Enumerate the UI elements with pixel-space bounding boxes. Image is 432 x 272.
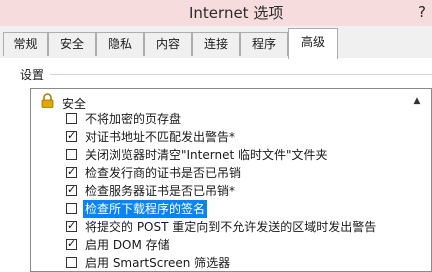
window-title: Internet 选项 — [189, 4, 284, 22]
tab-content[interactable]: 内容 — [144, 32, 192, 56]
tab-general[interactable]: 常规 — [3, 32, 48, 56]
setting-row[interactable]: ✓ 检查服务器证书是否已吊销* — [62, 182, 422, 200]
help-button[interactable]: ? — [412, 1, 432, 23]
checkbox[interactable] — [66, 149, 77, 160]
settings-divider — [50, 74, 432, 75]
checkbox[interactable]: ✓ — [66, 129, 77, 142]
setting-row[interactable]: ✓ 检查发行商的证书是否已吊销 — [62, 164, 422, 182]
lock-icon — [41, 93, 54, 108]
setting-row-selected[interactable]: 检查所下载程序的签名 — [62, 200, 422, 218]
checkbox[interactable] — [66, 113, 77, 124]
setting-label: 不将加密的页存盘 — [85, 112, 182, 126]
setting-row[interactable]: 启用 SmartScreen 筛选器 — [62, 254, 422, 271]
title-bar: Internet 选项 ? — [0, 0, 432, 26]
setting-label: 关闭浏览器时清空"Internet 临时文件"文件夹 — [85, 148, 328, 162]
check-mark-icon: ✓ — [67, 183, 77, 196]
setting-label: 将提交的 POST 重定向到不允许发送的区域时发出警告 — [85, 220, 377, 234]
checkbox[interactable]: ✓ — [66, 219, 77, 232]
tab-programs[interactable]: 程序 — [240, 32, 288, 56]
checkbox[interactable]: ✓ — [66, 165, 77, 178]
check-mark-icon: ✓ — [67, 219, 77, 232]
setting-row[interactable]: ✓ 启用 DOM 存储 — [62, 236, 422, 254]
checkbox[interactable]: ✓ — [66, 183, 77, 196]
checkbox[interactable] — [66, 257, 77, 268]
setting-row[interactable]: ✓ 将提交的 POST 重定向到不允许发送的区域时发出警告 — [62, 218, 431, 236]
setting-label: 检查服务器证书是否已吊销* — [85, 184, 236, 198]
tab-security[interactable]: 安全 — [48, 32, 96, 56]
setting-label: 启用 SmartScreen 筛选器 — [85, 256, 231, 270]
check-mark-icon: ✓ — [67, 237, 77, 250]
settings-label: 设置 — [20, 68, 45, 82]
setting-row[interactable]: 关闭浏览器时清空"Internet 临时文件"文件夹 — [62, 146, 422, 164]
setting-row[interactable]: ✓ 对证书地址不匹配发出警告* — [62, 128, 422, 146]
tab-connections[interactable]: 连接 — [192, 32, 240, 56]
tab-privacy[interactable]: 隐私 — [96, 32, 144, 56]
checkbox[interactable]: ✓ — [66, 237, 77, 250]
settings-list[interactable]: 安全 不将加密的页存盘 ✓ 对证书地址不匹配发出警告* 关闭浏览器时清空"Int… — [30, 88, 432, 272]
setting-label: 对证书地址不匹配发出警告* — [85, 130, 236, 144]
setting-label: 检查发行商的证书是否已吊销 — [85, 166, 242, 180]
check-mark-icon: ✓ — [67, 129, 77, 142]
setting-row[interactable]: 不将加密的页存盘 — [62, 110, 422, 128]
scroll-up-arrow-icon[interactable]: ▲ — [412, 96, 422, 106]
check-mark-icon: ✓ — [67, 165, 77, 178]
checkbox[interactable] — [66, 203, 77, 214]
tab-advanced[interactable]: 高级 — [288, 28, 338, 59]
setting-label: 检查所下载程序的签名 — [83, 200, 208, 218]
setting-label: 启用 DOM 存储 — [85, 238, 170, 252]
